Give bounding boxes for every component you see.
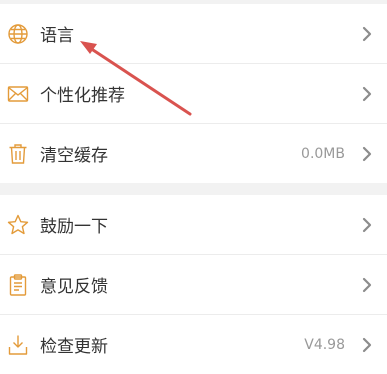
chevron-right-icon bbox=[361, 86, 373, 102]
trash-icon bbox=[6, 142, 30, 166]
encourage-label: 鼓励一下 bbox=[40, 217, 108, 237]
settings-group-2: 鼓励一下 意见反馈 检查更新 V4.98 bbox=[0, 195, 387, 374]
cache-size-value: 0.0MB bbox=[301, 145, 345, 162]
chevron-right-icon bbox=[361, 277, 373, 293]
envelope-icon bbox=[6, 82, 30, 106]
settings-row-personalized[interactable]: 个性化推荐 bbox=[0, 64, 387, 124]
feedback-label: 意见反馈 bbox=[40, 277, 108, 297]
star-icon bbox=[6, 213, 30, 237]
version-value: V4.98 bbox=[304, 336, 345, 353]
globe-icon bbox=[6, 22, 30, 46]
clear-cache-label: 清空缓存 bbox=[40, 146, 108, 166]
chevron-right-icon bbox=[361, 146, 373, 162]
settings-group-1: 语言 个性化推荐 清空缓存 0.0MB bbox=[0, 4, 387, 183]
language-label: 语言 bbox=[40, 26, 74, 46]
chevron-right-icon bbox=[361, 26, 373, 42]
chevron-right-icon bbox=[361, 217, 373, 233]
download-icon bbox=[6, 333, 30, 357]
chevron-right-icon bbox=[361, 337, 373, 353]
settings-row-feedback[interactable]: 意见反馈 bbox=[0, 255, 387, 315]
clipboard-icon bbox=[6, 273, 30, 297]
check-update-label: 检查更新 bbox=[40, 337, 108, 357]
personalized-label: 个性化推荐 bbox=[40, 86, 125, 106]
settings-row-check-update[interactable]: 检查更新 V4.98 bbox=[0, 315, 387, 374]
settings-row-clear-cache[interactable]: 清空缓存 0.0MB bbox=[0, 124, 387, 183]
settings-row-encourage[interactable]: 鼓励一下 bbox=[0, 195, 387, 255]
settings-row-language[interactable]: 语言 bbox=[0, 4, 387, 64]
